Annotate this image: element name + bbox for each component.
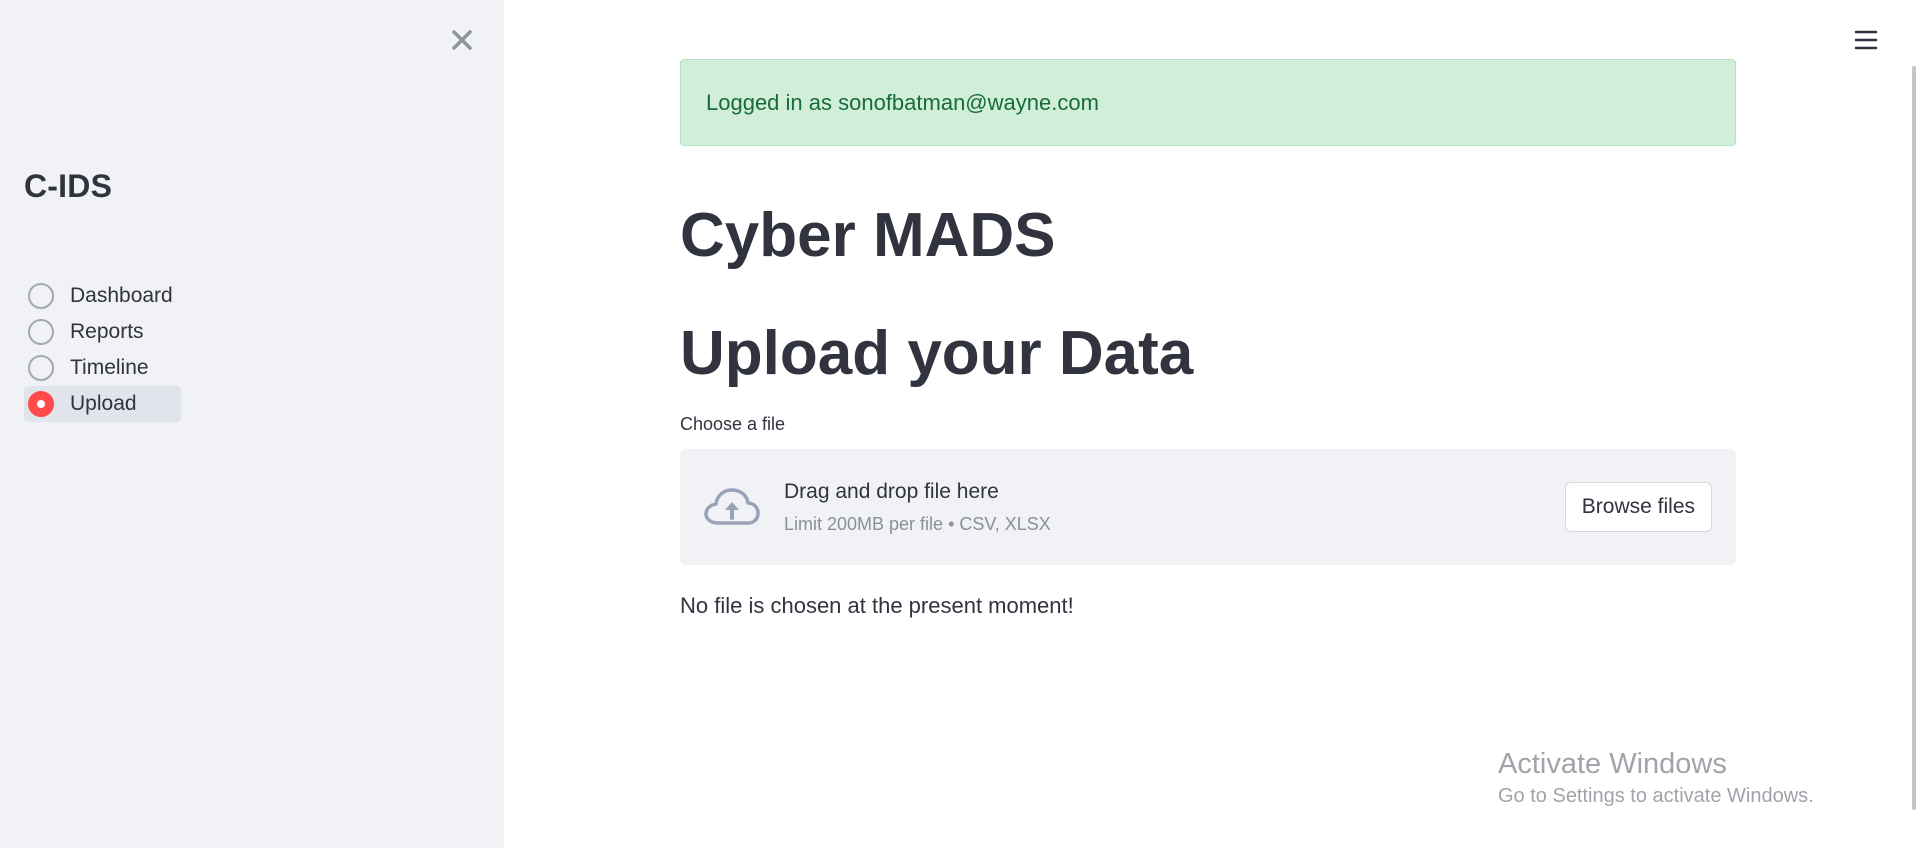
page-title: Cyber MADS <box>680 201 1056 270</box>
nav-item-reports[interactable]: Reports <box>24 314 181 350</box>
radio-button[interactable] <box>28 319 54 345</box>
main-content: Logged in as sonofbatman@wayne.com Cyber… <box>680 59 1736 619</box>
nav-item-label: Upload <box>70 392 137 415</box>
drop-text: Drag and drop file here <box>784 479 999 503</box>
file-uploader-label: Choose a file <box>680 414 786 435</box>
scrollbar[interactable] <box>1912 66 1916 810</box>
nav-item-timeline[interactable]: Timeline <box>24 350 181 386</box>
nav-radio-group: Dashboard Reports Timeline Upload <box>24 278 181 422</box>
radio-button[interactable] <box>28 283 54 309</box>
limit-text: Limit 200MB per file • CSV, XLSX <box>784 513 1051 534</box>
sidebar: C-IDS Dashboard Reports Timeline Upload <box>0 0 504 848</box>
success-alert: Logged in as sonofbatman@wayne.com <box>680 59 1736 146</box>
dropzone-instructions: Drag and drop file here Limit 200MB per … <box>784 480 1051 535</box>
windows-activation-watermark: Activate Windows Go to Settings to activ… <box>1498 748 1814 808</box>
nav-item-dashboard[interactable]: Dashboard <box>24 278 181 314</box>
watermark-subtitle: Go to Settings to activate Windows. <box>1498 785 1814 807</box>
hamburger-menu-icon[interactable] <box>1848 22 1884 58</box>
nav-item-label: Reports <box>70 320 144 343</box>
sidebar-title: C-IDS <box>24 168 113 204</box>
browse-files-button[interactable]: Browse files <box>1564 482 1712 533</box>
status-text: No file is chosen at the present moment! <box>680 593 1074 619</box>
close-icon[interactable] <box>444 22 480 58</box>
watermark-title: Activate Windows <box>1498 748 1727 780</box>
cloud-upload-icon <box>704 488 760 526</box>
app-window: C-IDS Dashboard Reports Timeline Upload <box>0 0 1920 848</box>
nav-item-upload[interactable]: Upload <box>24 386 181 422</box>
alert-text: Logged in as sonofbatman@wayne.com <box>706 89 1099 115</box>
radio-button[interactable] <box>28 355 54 381</box>
nav-item-label: Dashboard <box>70 284 173 307</box>
section-title: Upload your Data <box>680 319 1194 389</box>
nav-item-label: Timeline <box>70 356 149 379</box>
file-dropzone[interactable]: Drag and drop file here Limit 200MB per … <box>680 449 1736 566</box>
radio-button-selected[interactable] <box>28 391 54 417</box>
